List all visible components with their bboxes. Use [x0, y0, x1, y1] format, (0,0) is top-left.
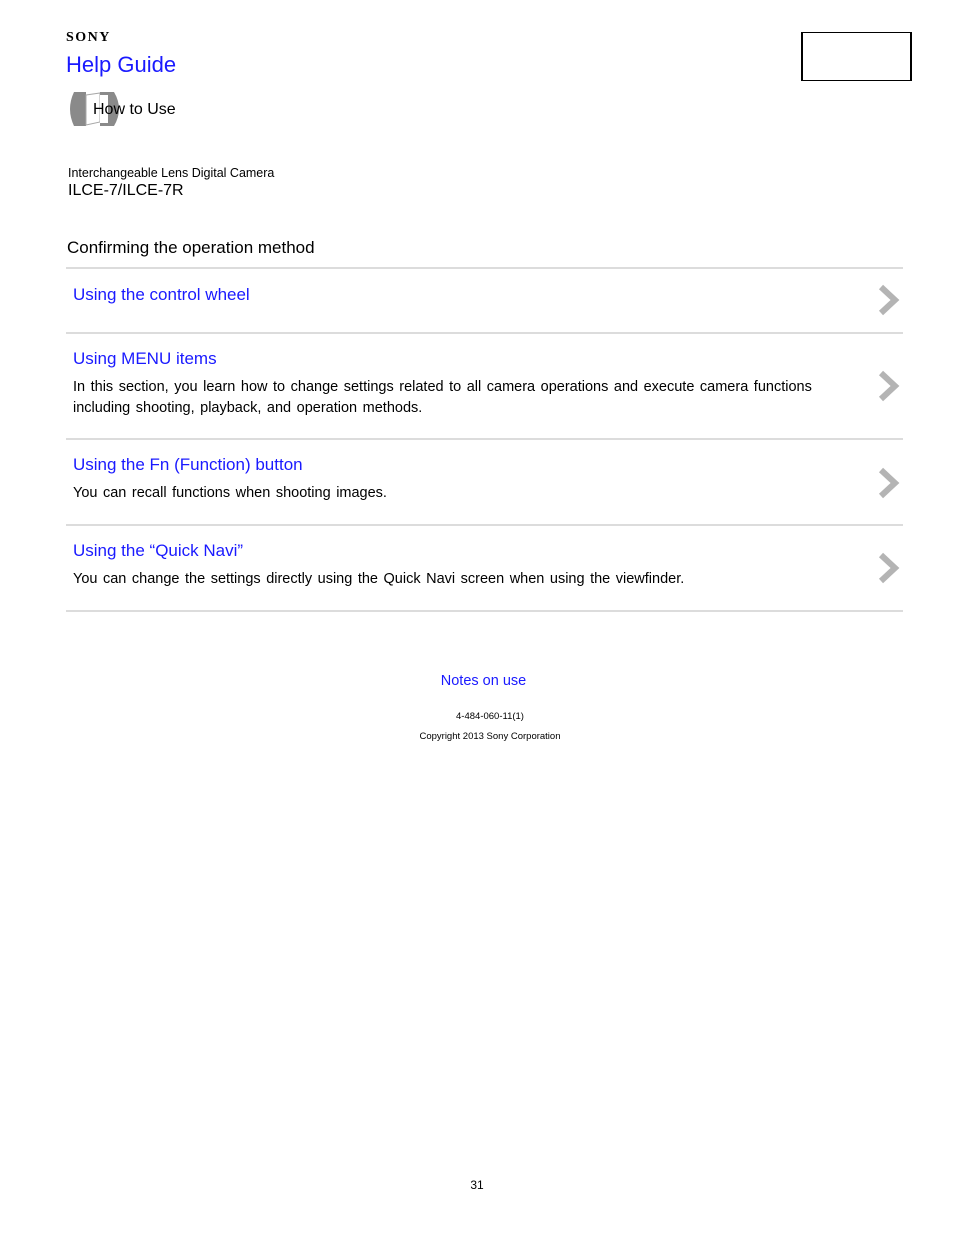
item-description: You can change the settings directly usi…	[73, 571, 685, 587]
chevron-right-icon[interactable]	[877, 369, 901, 403]
item-title-link[interactable]: Using the control wheel	[73, 285, 250, 305]
copyright: Copyright 2013 Sony Corporation	[419, 731, 561, 742]
product-subtitle: Interchangeable Lens Digital Camera	[68, 166, 275, 180]
notes-on-use-link[interactable]: Notes on use	[441, 673, 526, 689]
chevron-right-icon[interactable]	[877, 283, 901, 317]
sony-logo: SONY	[66, 30, 111, 45]
topic-list: Using the control wheel Using MENU items…	[66, 267, 903, 612]
top-right-box	[801, 32, 912, 81]
item-description: You can recall functions when shooting i…	[73, 485, 387, 501]
notes-container: Notes on use	[0, 673, 954, 689]
list-item[interactable]: Using the control wheel	[66, 269, 903, 334]
item-title-link[interactable]: Using the “Quick Navi”	[73, 541, 243, 561]
section-title: Confirming the operation method	[67, 238, 315, 257]
document-id: 4-484-060-11(1)	[456, 711, 524, 722]
list-item[interactable]: Using the “Quick Navi” You can change th…	[66, 526, 903, 612]
category-label: How to Use	[93, 101, 176, 118]
item-title-link[interactable]: Using the Fn (Function) button	[73, 455, 303, 475]
chevron-right-icon[interactable]	[877, 466, 901, 500]
list-item[interactable]: Using the Fn (Function) button You can r…	[66, 440, 903, 526]
page-number: 31	[470, 1178, 484, 1192]
item-title-link[interactable]: Using MENU items	[73, 349, 217, 369]
help-guide-link[interactable]: Help Guide	[66, 52, 176, 78]
product-model: ILCE-7/ILCE-7R	[68, 182, 184, 199]
chevron-right-icon[interactable]	[877, 551, 901, 585]
item-description: In this section, you learn how to change…	[73, 379, 812, 416]
list-item[interactable]: Using MENU items In this section, you le…	[66, 334, 903, 440]
